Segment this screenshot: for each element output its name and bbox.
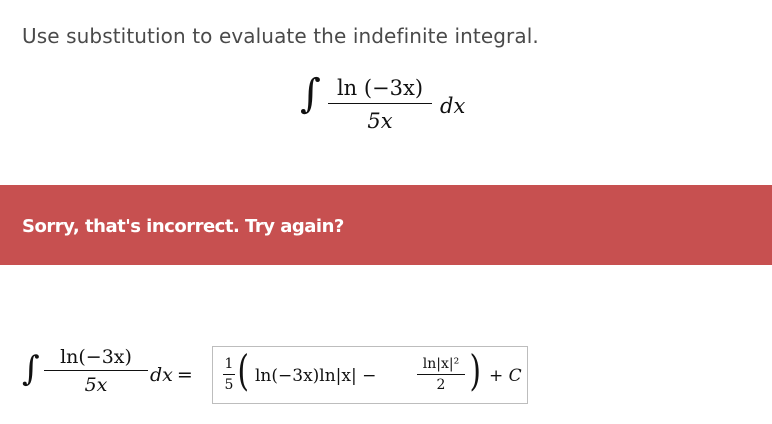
answer-integrand-numerator: ln(−3x)	[60, 346, 132, 368]
feedback-message: Sorry, that's incorrect. Try again?	[22, 216, 344, 237]
answer-integral-sign: ∫	[22, 349, 40, 389]
close-paren: )	[469, 346, 481, 395]
integrand-fraction: ln (−3x) 5x	[328, 76, 432, 133]
answer-dx: dx	[150, 364, 173, 386]
answer-input-box[interactable]: 1 5 ( ln(−3x)ln|x| − ln|x|² 2 ) + C	[212, 346, 528, 404]
coefficient-bar	[223, 374, 235, 375]
differential: dx	[440, 94, 466, 118]
answer-term1: ln(−3x)ln|x| −	[255, 366, 377, 386]
equals-sign: =	[176, 364, 193, 386]
inner-fraction: ln|x|² 2	[417, 356, 465, 393]
inner-numerator: ln|x|²	[422, 356, 460, 372]
coefficient-denominator: 5	[224, 377, 234, 393]
coefficient-fraction: 1 5	[223, 356, 235, 393]
feedback-banner: Sorry, that's incorrect. Try again?	[0, 185, 772, 265]
answer-row: ∫ ln(−3x) 5x dx = 1 5 ( ln(−3x)ln|x| − ln…	[22, 338, 542, 413]
integrand-denominator: 5x	[367, 109, 393, 133]
answer-integrand-denominator: 5x	[84, 374, 108, 396]
inner-bar	[417, 374, 465, 375]
open-paren: (	[237, 346, 249, 395]
problem-integral: ∫ ln (−3x) 5x dx	[300, 72, 500, 147]
question-instruction: Use substitution to evaluate the indefin…	[22, 24, 539, 48]
constant-c: C	[508, 366, 522, 386]
answer-fraction-bar	[44, 370, 148, 371]
coefficient-numerator: 1	[224, 356, 234, 372]
plus-sign: +	[489, 366, 504, 386]
answer-integrand-fraction: ln(−3x) 5x	[44, 346, 148, 396]
answer-differential: dx =	[150, 364, 193, 386]
integrand-numerator: ln (−3x)	[336, 76, 424, 100]
inner-denominator: 2	[436, 377, 446, 393]
integral-sign: ∫	[300, 71, 321, 117]
plus-constant: + C	[489, 366, 522, 386]
fraction-bar	[328, 103, 432, 104]
